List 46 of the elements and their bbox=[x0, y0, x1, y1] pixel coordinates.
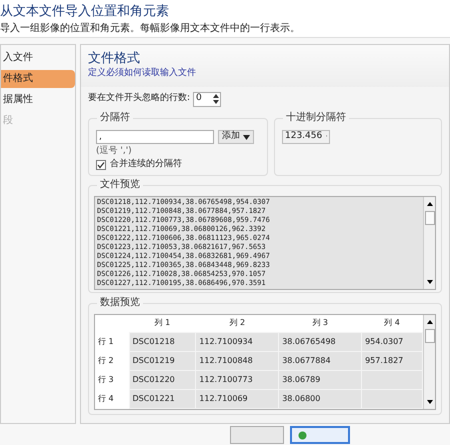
delimiter-field[interactable]: , bbox=[96, 130, 214, 144]
row-header: 行 1 bbox=[95, 332, 129, 351]
add-button[interactable]: 添加 bbox=[218, 130, 254, 144]
sidebar-item[interactable]: 据属性 bbox=[1, 91, 75, 109]
scroll-up-icon[interactable] bbox=[426, 200, 434, 208]
table-cell bbox=[362, 370, 422, 389]
table-cell: 112.710069 bbox=[196, 389, 279, 408]
row-header: 行 4 bbox=[95, 389, 129, 408]
panel-subtitle: 定义必须如何读取输入文件 bbox=[88, 67, 197, 79]
decimal-select[interactable]: 123.456 bbox=[282, 130, 330, 144]
scroll-up-icon[interactable] bbox=[426, 318, 434, 326]
table-cell: 112.7100848 bbox=[196, 351, 279, 370]
panel-title: 文件格式 bbox=[88, 51, 141, 67]
table-cell: DSC01219 bbox=[129, 351, 196, 370]
table-cell: 38.06765498 bbox=[278, 332, 362, 351]
dialog-button[interactable] bbox=[290, 426, 350, 444]
scroll-thumb[interactable] bbox=[424, 211, 434, 225]
table-cell: 38.06800 bbox=[278, 389, 362, 408]
delimiter-hint: (逗号 ',') bbox=[96, 145, 133, 157]
table-cell: 112.7100934 bbox=[196, 332, 279, 351]
table-cell: DSC01221 bbox=[129, 389, 196, 408]
row-header: 行 2 bbox=[95, 351, 129, 370]
scroll-down-icon[interactable] bbox=[426, 398, 434, 406]
table-cell: 38.06789 bbox=[278, 370, 362, 389]
caret-icon bbox=[243, 134, 250, 140]
table-cell: 38.0677884 bbox=[278, 351, 362, 370]
dialog-title: 从文本文件导入位置和角元素 bbox=[0, 4, 170, 20]
merge-label: 合并连续的分隔符 bbox=[110, 158, 182, 171]
dialog-subtitle: 导入一组影像的位置和角元素。每幅影像用文本文件中的一行表示。 bbox=[0, 22, 301, 36]
sidebar-item[interactable]: 入文件 bbox=[1, 49, 75, 67]
scrollbar[interactable] bbox=[423, 197, 435, 289]
table-cell: 954.0307 bbox=[362, 332, 422, 351]
skip-rows-spinner[interactable]: 0 bbox=[193, 92, 222, 106]
table-cell: 112.7100773 bbox=[196, 370, 279, 389]
status-icon bbox=[298, 430, 307, 440]
spinner-arrows-icon[interactable] bbox=[212, 93, 220, 105]
row-header: 行 3 bbox=[95, 370, 129, 389]
table-cell: 957.1827 bbox=[362, 351, 422, 370]
skip-rows-label: 要在文件开头忽略的行数: bbox=[88, 92, 190, 106]
scrollbar[interactable] bbox=[423, 315, 435, 409]
scroll-thumb[interactable] bbox=[424, 329, 434, 343]
table-cell: DSC01218 bbox=[129, 332, 196, 351]
scroll-down-icon[interactable] bbox=[426, 278, 434, 286]
merge-checkbox[interactable] bbox=[96, 160, 106, 170]
table-cell: DSC01220 bbox=[129, 370, 196, 389]
sidebar-item[interactable]: 件格式 bbox=[1, 70, 75, 88]
